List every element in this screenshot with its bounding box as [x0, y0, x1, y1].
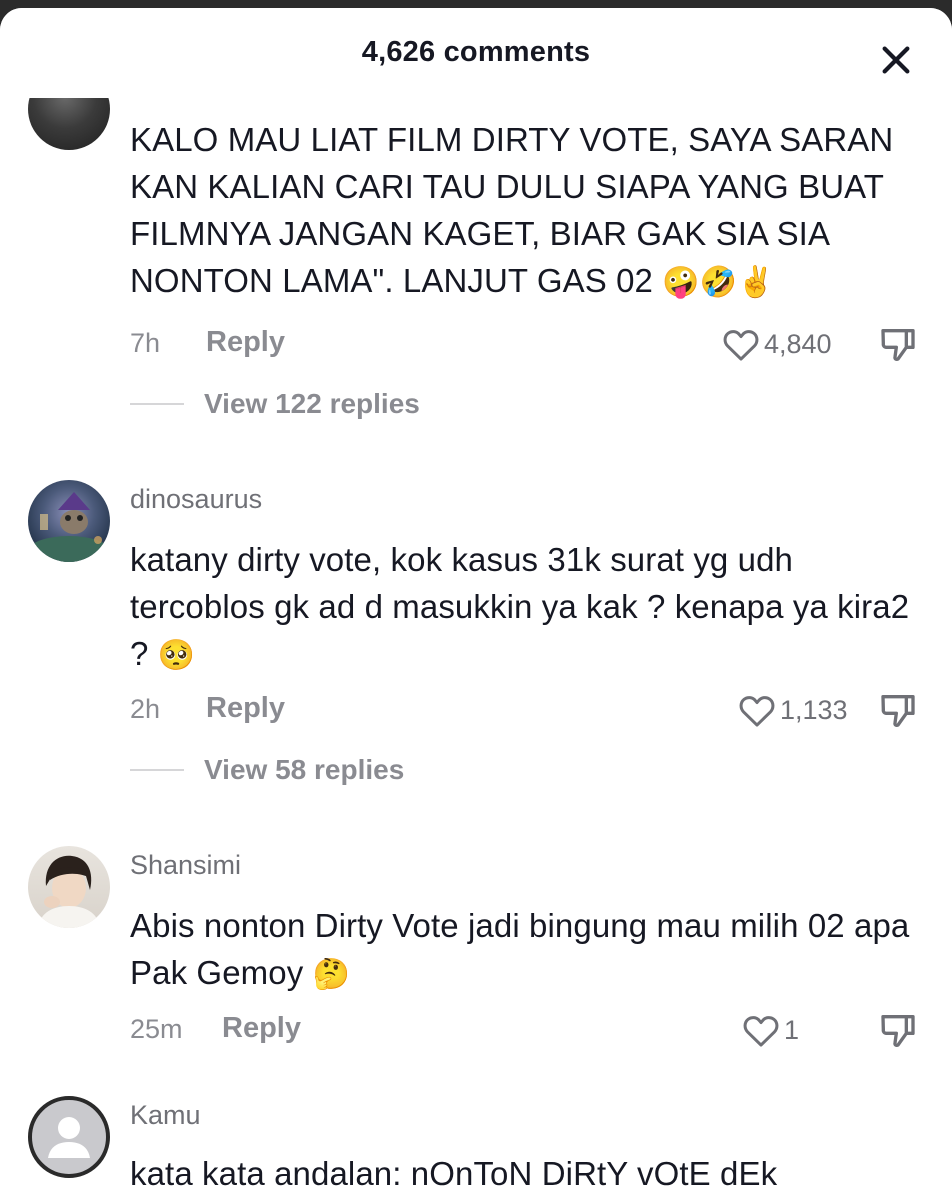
comment-text: kata kata andalan: nOnToN DiRtY vOtE dEk [130, 1155, 778, 1192]
comment-time: 2h [130, 694, 161, 724]
emoji-icon: 🥺 [157, 638, 196, 673]
comment-time: 25m [130, 1014, 183, 1044]
avatar[interactable] [28, 846, 110, 928]
comment-meta: 25m Reply 1 [130, 1008, 930, 1052]
comment-username[interactable]: Shansimi [130, 850, 241, 881]
comment-text-content: Abis nonton Dirty Vote jadi bingung mau … [130, 907, 910, 991]
like-count: 1 [784, 1014, 800, 1045]
view-replies-label: View 58 replies [204, 754, 405, 785]
comment-text: Abis nonton Dirty Vote jadi bingung mau … [130, 902, 930, 998]
divider [130, 769, 184, 771]
like-button[interactable]: 1,133 [738, 688, 848, 732]
comments-header: 4,626 comments [0, 8, 952, 98]
dislike-icon [881, 1015, 915, 1047]
heart-icon [739, 696, 775, 727]
dislike-icon [881, 695, 915, 727]
dislike-button[interactable] [878, 690, 918, 730]
like-count: 4,840 [764, 328, 832, 359]
heart-icon [743, 1016, 779, 1047]
default-avatar-icon [48, 1117, 90, 1158]
divider [130, 403, 184, 405]
reply-button[interactable]: Reply [222, 1012, 301, 1045]
like-count: 1,133 [780, 694, 848, 725]
dislike-icon [881, 329, 915, 361]
view-replies-label: View 122 replies [204, 388, 420, 419]
close-icon [882, 46, 910, 74]
avatar[interactable] [28, 1096, 110, 1178]
comment-meta: 2h Reply 1,133 [130, 688, 930, 732]
comment-text: katany dirty vote, kok kasus 31k surat y… [130, 536, 930, 679]
comment-text-content: KALO MAU LIAT FILM DIRTY VOTE, SAYA SARA… [130, 121, 894, 299]
reply-button[interactable]: Reply [206, 692, 285, 725]
like-button[interactable]: 4,840 [722, 322, 832, 366]
close-button[interactable] [872, 36, 920, 84]
comments-sheet: KALO MAU LIAT FILM DIRTY VOTE, SAYA SARA… [0, 8, 952, 1200]
emoji-icon: 🤪🤣✌️ [662, 265, 775, 300]
dislike-button[interactable] [878, 1010, 918, 1050]
view-replies-button[interactable]: View 122 replies [130, 384, 420, 424]
view-replies-button[interactable]: View 58 replies [130, 750, 404, 790]
reply-button[interactable]: Reply [206, 326, 285, 359]
comment-username[interactable]: dinosaurus [130, 484, 262, 515]
avatar-image [38, 855, 100, 928]
emoji-icon: 🤔 [312, 957, 351, 992]
comment-text-content: katany dirty vote, kok kasus 31k surat y… [130, 541, 910, 672]
avatar[interactable] [28, 480, 110, 562]
heart-icon [723, 330, 759, 361]
comment-meta: 7h Reply 4,840 [130, 322, 930, 366]
comment-time: 7h [130, 328, 161, 358]
comment-text: KALO MAU LIAT FILM DIRTY VOTE, SAYA SARA… [130, 116, 930, 306]
comment-username[interactable]: Kamu [130, 1100, 201, 1131]
like-button[interactable]: 1 [742, 1008, 799, 1052]
avatar-image [29, 492, 109, 562]
comment-count-title: 4,626 comments [361, 36, 591, 68]
dislike-button[interactable] [878, 324, 918, 364]
